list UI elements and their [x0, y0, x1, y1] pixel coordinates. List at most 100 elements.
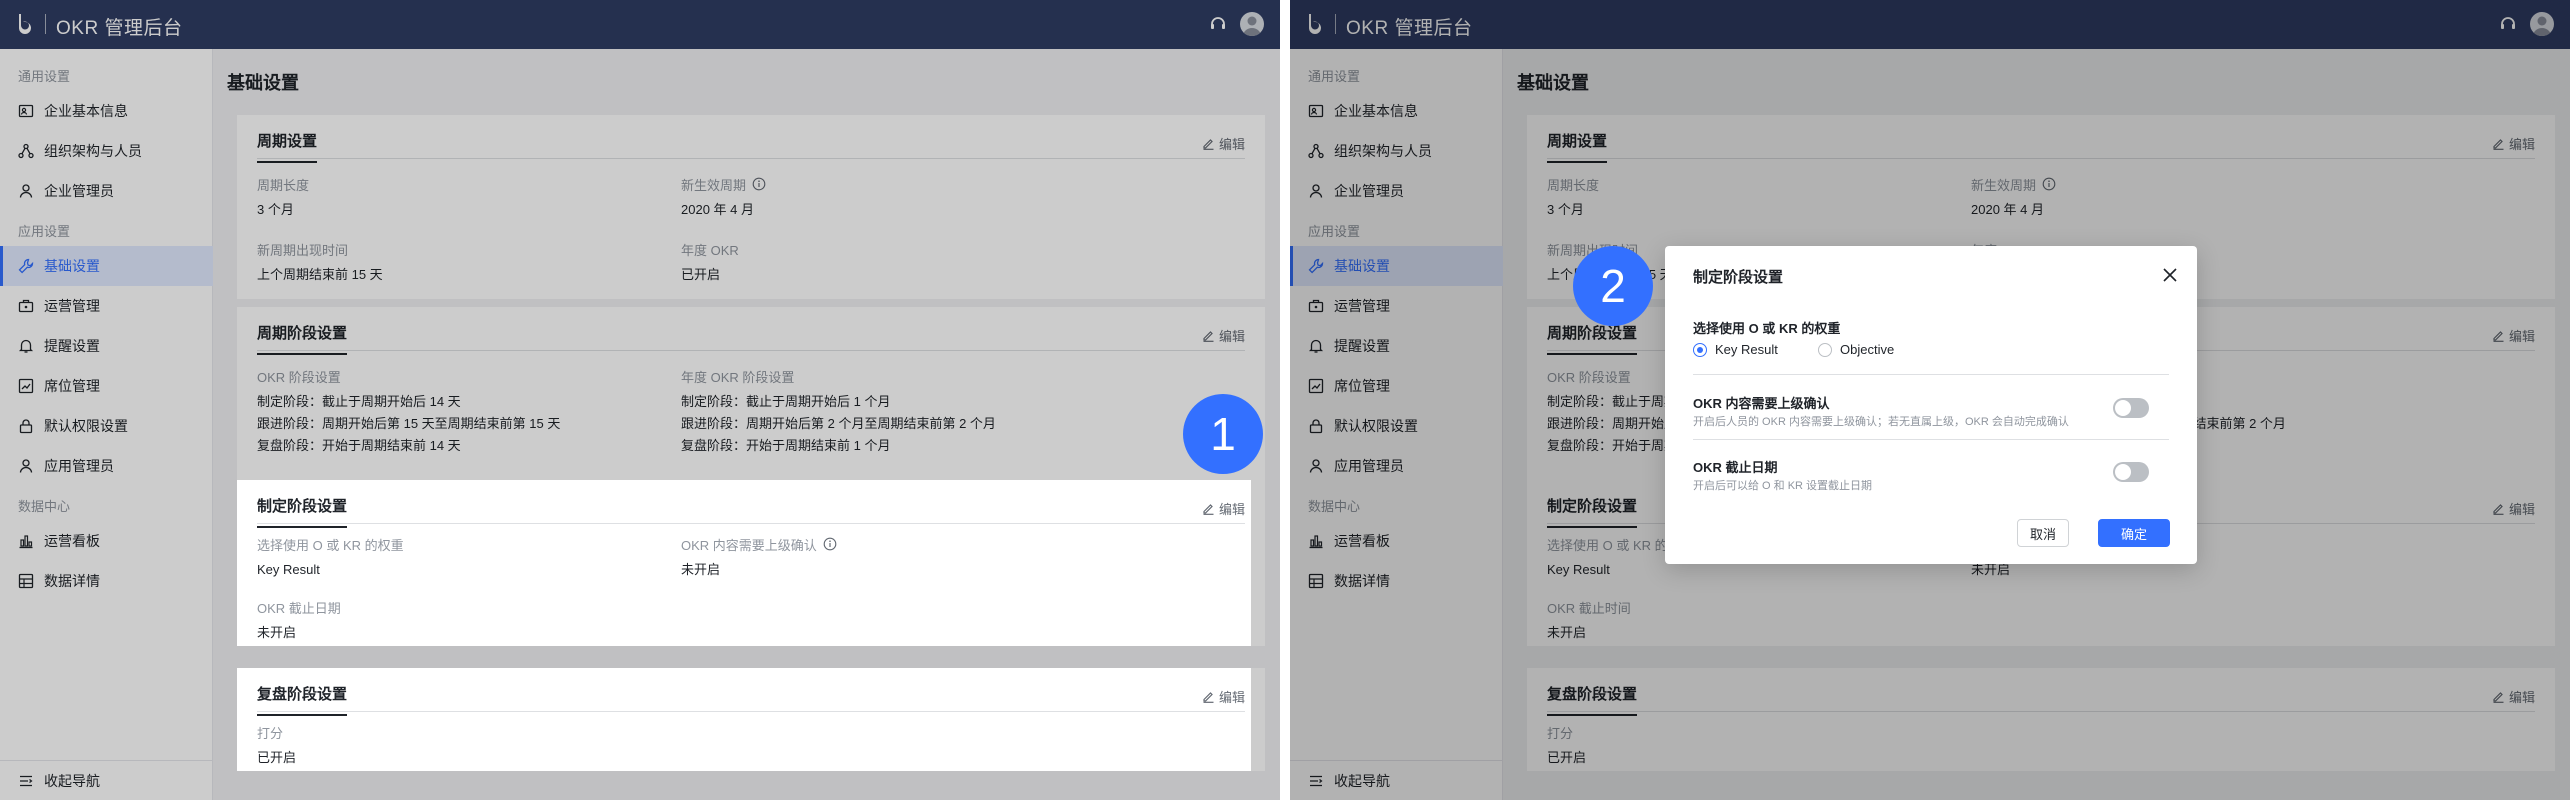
- sidebar-item-seats[interactable]: 席位管理: [0, 366, 213, 406]
- radio-key-result[interactable]: Key Result: [1693, 342, 1778, 357]
- sidebar-item-company-info[interactable]: 企业基本信息: [1290, 91, 1503, 131]
- edit-button[interactable]: 编辑: [1202, 326, 1245, 345]
- pencil-icon: [2493, 504, 2504, 515]
- sidebar-item-label: 组织架构与人员: [1334, 143, 1432, 159]
- sidebar-item-label: 基础设置: [44, 258, 100, 274]
- sidebar-item-label: 组织架构与人员: [44, 143, 142, 159]
- sidebar-item-label: 数据详情: [1334, 573, 1390, 589]
- avatar[interactable]: [1240, 12, 1264, 36]
- sidebar-item-company-info[interactable]: 企业基本信息: [0, 91, 213, 131]
- org-tree-icon: [1308, 143, 1324, 159]
- card-header: 制定阶段设置 编辑: [257, 480, 1245, 528]
- sidebar-item-label: 提醒设置: [44, 338, 100, 354]
- sidebar-item-company-admin[interactable]: 企业管理员: [0, 171, 213, 211]
- field-effective-period: 新生效周期 2020 年 4 月: [681, 175, 766, 221]
- user-icon: [19, 459, 33, 473]
- weight-label: 选择使用 O 或 KR 的权重: [1693, 321, 1841, 336]
- card-header: 周期阶段设置 编辑: [257, 307, 1245, 355]
- deadline-toggle[interactable]: [2113, 462, 2149, 482]
- info-icon[interactable]: [2042, 177, 2056, 191]
- collapse-nav-label: 收起导航: [44, 772, 100, 789]
- card-header: 周期设置 编辑: [1547, 115, 2535, 163]
- sidebar: 通用设置 企业基本信息 组织架构与人员 企业管理员 应用设置 基础设置 运营管理…: [1290, 49, 1503, 800]
- sidebar-item-reminders[interactable]: 提醒设置: [1290, 326, 1503, 366]
- briefcase-icon: [18, 299, 34, 313]
- pencil-icon: [2493, 139, 2504, 150]
- top-bar: OKR 管理后台: [1290, 0, 2570, 49]
- edit-button[interactable]: 编辑: [1202, 499, 1245, 518]
- confirm-button[interactable]: 确定: [2098, 519, 2170, 547]
- edit-label: 编辑: [2508, 329, 2535, 344]
- cancel-button[interactable]: 取消: [2017, 519, 2069, 547]
- card-header: 周期设置 编辑: [257, 115, 1245, 163]
- field-annual-stage: 年度 OKR 阶段设置 制定阶段：截止于周期开始后 1 个月 跟进阶段：周期开始…: [681, 369, 996, 454]
- edit-label: 编辑: [2508, 502, 2535, 517]
- bar-chart-icon: [1309, 535, 1323, 549]
- confirm-toggle[interactable]: [2113, 398, 2149, 418]
- avatar-icon: [2533, 16, 2551, 36]
- main-content: 基础设置 周期设置 编辑 周期长度 3 个月 新生效周期 2020 年 4 月 …: [213, 49, 1280, 800]
- sidebar-item-org[interactable]: 组织架构与人员: [1290, 131, 1503, 171]
- sidebar-item-label: 基础设置: [1334, 258, 1390, 274]
- edit-button[interactable]: 编辑: [2492, 134, 2535, 153]
- collapse-icon: [20, 775, 33, 786]
- sidebar-item-data-details[interactable]: 数据详情: [0, 561, 213, 601]
- collapse-nav-button[interactable]: 收起导航: [0, 760, 213, 800]
- avatar-icon: [1243, 16, 1261, 36]
- sidebar-item-app-admin[interactable]: 应用管理员: [1290, 446, 1503, 486]
- sidebar-item-org[interactable]: 组织架构与人员: [0, 131, 213, 171]
- edit-label: 编辑: [1218, 690, 1245, 705]
- user-icon: [1309, 184, 1323, 198]
- edit-button[interactable]: 编辑: [2492, 326, 2535, 345]
- field-weight: 选择使用 O 或 KR 的权重 Key Result: [257, 537, 404, 578]
- edit-button[interactable]: 编辑: [2492, 499, 2535, 518]
- sidebar-item-permissions[interactable]: 默认权限设置: [0, 406, 213, 446]
- bell-icon: [1308, 339, 1324, 353]
- edit-label: 编辑: [1218, 137, 1245, 152]
- headset-icon[interactable]: [1208, 14, 1228, 34]
- field-okr-stage: OKR 阶段设置 制定阶段：截止于周期开始后 14 天 跟进阶段：周期开始后第 …: [257, 369, 561, 454]
- bar-chart-icon: [19, 535, 33, 549]
- top-bar: OKR 管理后台: [0, 0, 1280, 49]
- sidebar-item-company-admin[interactable]: 企业管理员: [1290, 171, 1503, 211]
- sidebar-item-operations[interactable]: 运营管理: [0, 286, 213, 326]
- radio-checked-icon: [1693, 342, 1707, 357]
- wrench-icon: [18, 258, 34, 274]
- sidebar-item-app-admin[interactable]: 应用管理员: [0, 446, 213, 486]
- field-score: 打分 已开启: [257, 725, 297, 766]
- sidebar-item-label: 企业管理员: [44, 183, 114, 199]
- sidebar-item-label: 运营管理: [1334, 298, 1390, 314]
- radio-objective[interactable]: Objective: [1818, 342, 1894, 357]
- edit-button[interactable]: 编辑: [1202, 687, 1245, 706]
- headset-icon[interactable]: [2498, 14, 2518, 34]
- info-icon[interactable]: [823, 537, 837, 551]
- sidebar-item-label: 运营管理: [44, 298, 100, 314]
- sidebar-item-label: 企业基本信息: [1334, 103, 1418, 119]
- sidebar-group-app: 应用设置: [18, 224, 71, 239]
- sidebar-item-basic-settings[interactable]: 基础设置: [1290, 246, 1503, 286]
- step-badge-1: 1: [1183, 394, 1263, 474]
- sidebar-item-permissions[interactable]: 默认权限设置: [1290, 406, 1503, 446]
- user-icon: [19, 184, 33, 198]
- sidebar-item-operations[interactable]: 运营管理: [1290, 286, 1503, 326]
- collapse-nav-button[interactable]: 收起导航: [1290, 760, 1503, 800]
- sidebar-item-seats[interactable]: 席位管理: [1290, 366, 1503, 406]
- brand-separator: [45, 14, 46, 34]
- avatar[interactable]: [2530, 12, 2554, 36]
- modal-divider: [1693, 374, 2169, 375]
- sidebar-item-reminders[interactable]: 提醒设置: [0, 326, 213, 366]
- close-icon[interactable]: [2161, 266, 2179, 284]
- sidebar-item-dashboard[interactable]: 运营看板: [0, 521, 213, 561]
- sidebar-item-basic-settings[interactable]: 基础设置: [0, 246, 213, 286]
- edit-button[interactable]: 编辑: [2492, 687, 2535, 706]
- card-title: 制定阶段设置: [1547, 495, 1638, 528]
- field-deadline: OKR 截止日期 未开启: [257, 600, 341, 641]
- edit-button[interactable]: 编辑: [1202, 134, 1245, 153]
- chart-box-icon: [1308, 378, 1324, 394]
- sidebar-item-data-details[interactable]: 数据详情: [1290, 561, 1503, 601]
- sidebar-group-general: 通用设置: [1308, 69, 1361, 84]
- info-icon[interactable]: [752, 177, 766, 191]
- pencil-icon: [1203, 331, 1214, 342]
- table-icon: [18, 573, 34, 589]
- sidebar-item-dashboard[interactable]: 运营看板: [1290, 521, 1503, 561]
